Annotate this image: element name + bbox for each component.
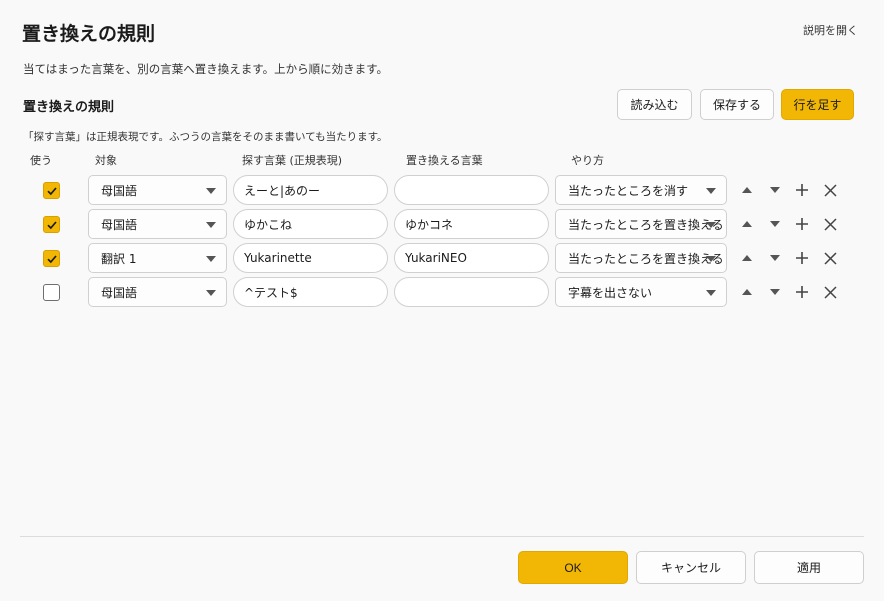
method-select-value: 字幕を出さない	[568, 285, 653, 300]
triangle-up-icon	[742, 289, 752, 295]
chevron-down-icon	[706, 222, 716, 228]
target-select[interactable]: 翻訳 1	[88, 243, 227, 273]
checkmark-icon	[46, 186, 57, 195]
rule-row: 母国語 ゆかこね ゆかコネ 当たったところを置き換える	[0, 209, 884, 239]
chevron-down-icon	[706, 188, 716, 194]
method-select-value: 当たったところを消す	[568, 183, 689, 198]
chevron-down-icon	[706, 290, 716, 296]
enabled-checkbox[interactable]	[43, 284, 60, 301]
target-select[interactable]: 母国語	[88, 209, 227, 239]
triangle-up-icon	[742, 255, 752, 261]
find-input[interactable]: Yukarinette	[233, 243, 388, 273]
help-link[interactable]: 説明を開く	[803, 22, 858, 38]
chevron-down-icon	[206, 256, 216, 262]
method-select[interactable]: 当たったところを置き換える	[555, 209, 727, 239]
move-down-button[interactable]	[764, 179, 786, 201]
apply-button[interactable]: 適用	[754, 551, 864, 584]
rule-row: 母国語 えーと|あのー 当たったところを消す	[0, 175, 884, 205]
triangle-up-icon	[742, 187, 752, 193]
triangle-down-icon	[770, 255, 780, 261]
column-header-find: 探す言葉 (正規表現)	[242, 154, 343, 167]
checkmark-icon	[46, 254, 57, 263]
rule-row: 翻訳 1 Yukarinette YukariNEO 当たったところを置き換える	[0, 243, 884, 273]
triangle-down-icon	[770, 289, 780, 295]
replace-input[interactable]	[394, 277, 549, 307]
method-select-value: 当たったところを置き換える	[568, 251, 724, 266]
dialog-description: 当てはまった言葉を、別の言葉へ置き換えます。上から順に効きます。	[23, 62, 389, 76]
load-button[interactable]: 読み込む	[617, 89, 692, 120]
close-icon	[823, 251, 837, 265]
target-select[interactable]: 母国語	[88, 277, 227, 307]
plus-icon	[796, 252, 808, 264]
triangle-down-icon	[770, 187, 780, 193]
column-header-target: 対象	[95, 154, 117, 167]
footer-divider	[20, 536, 864, 537]
checkmark-icon	[46, 220, 57, 229]
insert-row-button[interactable]	[791, 281, 813, 303]
method-select[interactable]: 字幕を出さない	[555, 277, 727, 307]
plus-icon	[796, 218, 808, 230]
move-down-button[interactable]	[764, 281, 786, 303]
regex-hint: 「探す言葉」は正規表現です。ふつうの言葉をそのまま書いても当たります。	[23, 131, 388, 143]
ok-button[interactable]: OK	[518, 551, 628, 584]
target-select-value: 翻訳 1	[101, 251, 137, 266]
close-icon	[823, 285, 837, 299]
delete-row-button[interactable]	[819, 281, 841, 303]
method-select[interactable]: 当たったところを置き換える	[555, 243, 727, 273]
insert-row-button[interactable]	[791, 179, 813, 201]
close-icon	[823, 183, 837, 197]
delete-row-button[interactable]	[819, 213, 841, 235]
replace-input[interactable]	[394, 175, 549, 205]
insert-row-button[interactable]	[791, 247, 813, 269]
move-up-button[interactable]	[736, 247, 758, 269]
column-header-method: やり方	[571, 154, 604, 167]
column-header-use: 使う	[30, 154, 52, 167]
triangle-up-icon	[742, 221, 752, 227]
replace-input[interactable]: YukariNEO	[394, 243, 549, 273]
rules-section-title: 置き換えの規則	[23, 100, 115, 115]
add-row-button[interactable]: 行を足す	[781, 89, 854, 120]
triangle-down-icon	[770, 221, 780, 227]
cancel-button[interactable]: キャンセル	[636, 551, 746, 584]
insert-row-button[interactable]	[791, 213, 813, 235]
move-down-button[interactable]	[764, 213, 786, 235]
find-input[interactable]: えーと|あのー	[233, 175, 388, 205]
target-select-value: 母国語	[101, 285, 138, 300]
replace-input[interactable]: ゆかコネ	[394, 209, 549, 239]
target-select-value: 母国語	[101, 217, 138, 232]
move-down-button[interactable]	[764, 247, 786, 269]
chevron-down-icon	[206, 222, 216, 228]
move-up-button[interactable]	[736, 281, 758, 303]
dialog-title: 置き換えの規則	[22, 23, 156, 45]
enabled-checkbox[interactable]	[43, 216, 60, 233]
move-up-button[interactable]	[736, 179, 758, 201]
method-select-value: 当たったところを置き換える	[568, 217, 724, 232]
save-button[interactable]: 保存する	[700, 89, 774, 120]
enabled-checkbox[interactable]	[43, 182, 60, 199]
target-select-value: 母国語	[101, 183, 138, 198]
chevron-down-icon	[206, 188, 216, 194]
delete-row-button[interactable]	[819, 179, 841, 201]
find-input[interactable]: ゆかこね	[233, 209, 388, 239]
method-select[interactable]: 当たったところを消す	[555, 175, 727, 205]
chevron-down-icon	[706, 256, 716, 262]
plus-icon	[796, 286, 808, 298]
delete-row-button[interactable]	[819, 247, 841, 269]
rule-row: 母国語 ^テスト$ 字幕を出さない	[0, 277, 884, 307]
column-header-replace: 置き換える言葉	[406, 154, 483, 167]
move-up-button[interactable]	[736, 213, 758, 235]
plus-icon	[796, 184, 808, 196]
chevron-down-icon	[206, 290, 216, 296]
target-select[interactable]: 母国語	[88, 175, 227, 205]
find-input[interactable]: ^テスト$	[233, 277, 388, 307]
enabled-checkbox[interactable]	[43, 250, 60, 267]
close-icon	[823, 217, 837, 231]
